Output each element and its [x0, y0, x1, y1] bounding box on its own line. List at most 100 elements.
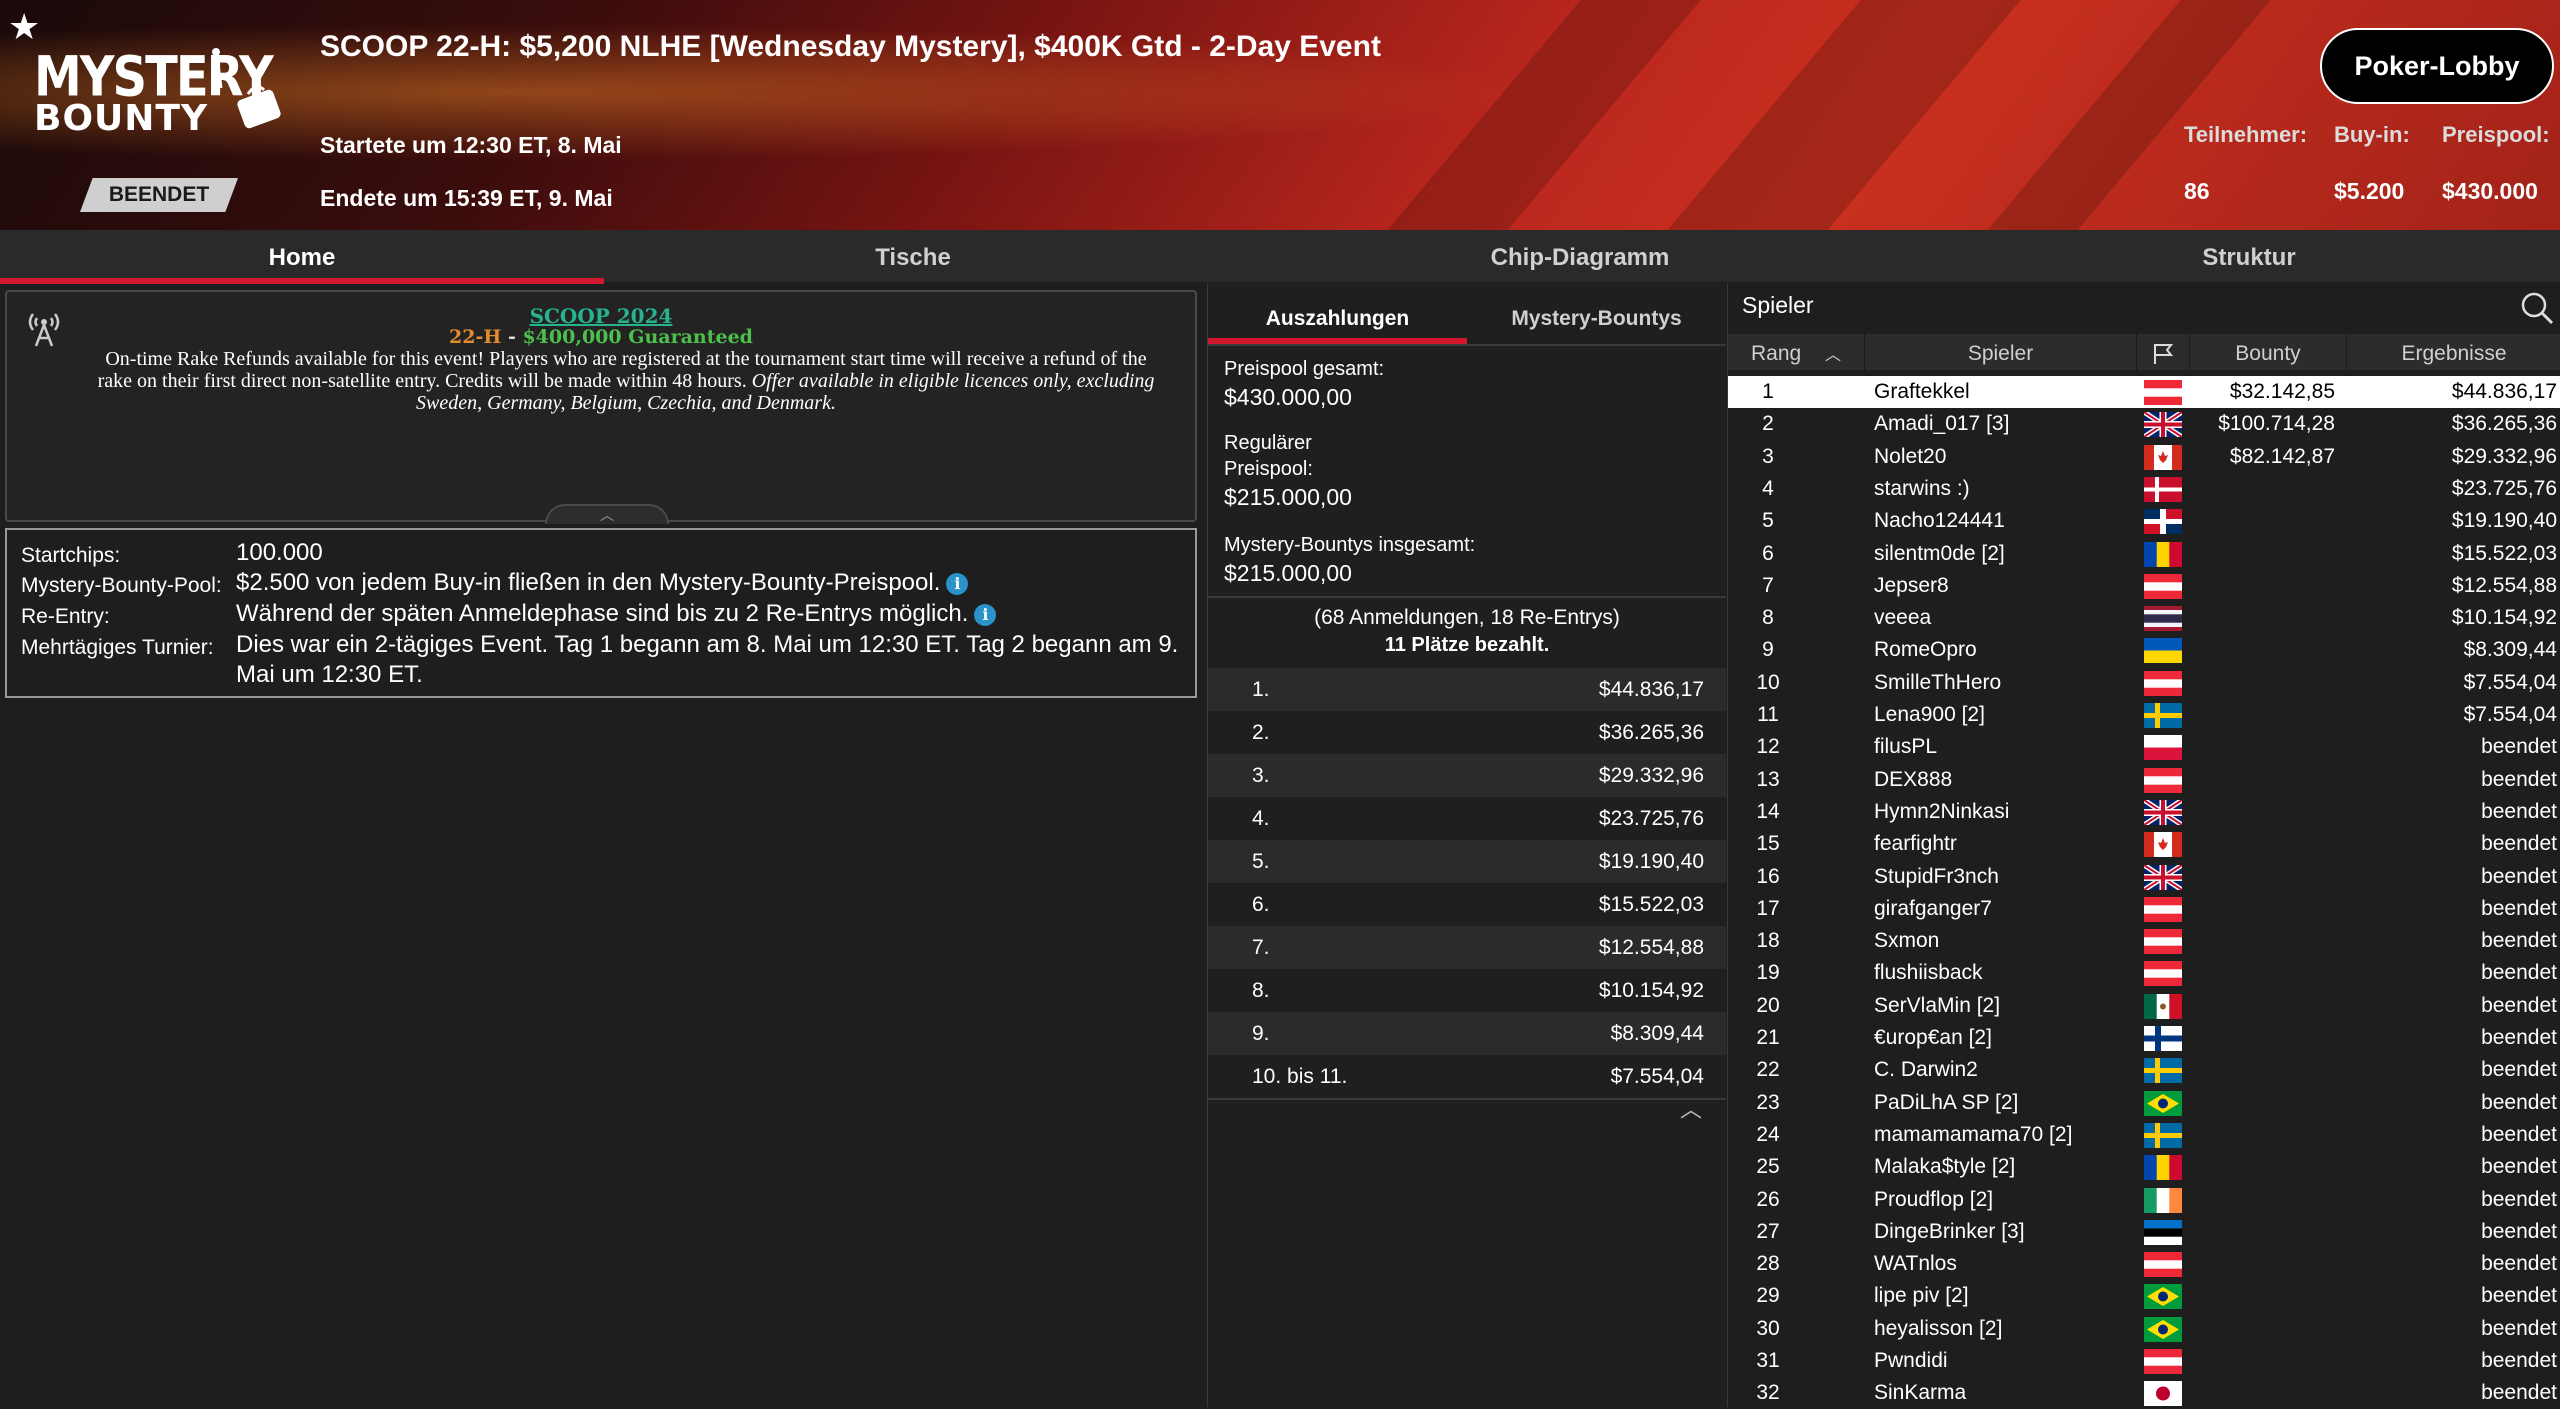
chevron-up-icon[interactable]: ︿: [1680, 1092, 1702, 1124]
player-row[interactable]: 14 Hymn2Ninkasi beendet: [1728, 796, 2560, 828]
payout-place: 4.: [1252, 807, 1270, 830]
player-row[interactable]: 4 starwins :) $23.725,76: [1728, 473, 2560, 505]
player-row[interactable]: 8 veeea $10.154,92: [1728, 602, 2560, 634]
bounty-total-value: $215.000,00: [1224, 560, 1352, 586]
player-rank: 9: [1762, 638, 1774, 662]
player-row[interactable]: 9 RomeOpro $8.309,44: [1728, 634, 2560, 666]
player-name: DEX888: [1874, 767, 1953, 791]
player-row[interactable]: 20 SerVlaMin [2] beendet: [1728, 990, 2560, 1022]
tournament-info-panel: Startchips: 100.000 Mystery-Bounty-Pool:…: [5, 528, 1197, 698]
collapse-promo-button[interactable]: ︿: [545, 504, 669, 524]
player-name: DingeBrinker [3]: [1874, 1219, 2025, 1243]
finland-flag-icon: [2144, 1026, 2182, 1051]
reentry-row: Während der späten Anmeldephase sind bis…: [236, 599, 1186, 629]
player-row[interactable]: 1 Graftekkel $32.142,85 $44.836,17: [1728, 376, 2560, 408]
status-badge: BEENDET: [80, 178, 238, 212]
player-rank: 4: [1762, 476, 1774, 500]
player-row[interactable]: 29 lipe piv [2] beendet: [1728, 1280, 2560, 1312]
austria-flag-icon: [2144, 767, 2182, 793]
player-row[interactable]: 27 DingeBrinker [3] beendet: [1728, 1216, 2560, 1248]
column-country[interactable]: [2137, 334, 2190, 370]
player-result: beendet: [2481, 961, 2557, 985]
player-name: Graftekkel: [1874, 380, 1970, 403]
player-row[interactable]: 28 WATnlos beendet: [1728, 1248, 2560, 1280]
header-decor: [1625, 0, 2055, 230]
column-bounty[interactable]: Bounty: [2190, 334, 2347, 370]
player-row[interactable]: 22 C. Darwin2 beendet: [1728, 1054, 2560, 1086]
player-result: beendet: [2481, 896, 2557, 920]
regular-pool-value: $215.000,00: [1224, 484, 1352, 510]
search-icon[interactable]: [2519, 290, 2555, 326]
player-result: $19.190,40: [2451, 509, 2557, 533]
player-rank: 26: [1756, 1187, 1780, 1211]
tab-home[interactable]: Home: [0, 230, 604, 284]
player-rank: 23: [1756, 1090, 1780, 1114]
tab-structure[interactable]: Struktur: [1938, 230, 2560, 282]
player-row[interactable]: 13 DEX888 beendet: [1728, 764, 2560, 796]
player-row[interactable]: 25 Malaka$tyle [2] beendet: [1728, 1151, 2560, 1183]
player-rank: 1: [1762, 380, 1774, 403]
tab-payouts[interactable]: Auszahlungen: [1208, 284, 1467, 344]
dominican-flag-icon: [2144, 509, 2182, 535]
tab-tables[interactable]: Tische: [604, 230, 1222, 282]
player-result: beendet: [2481, 1381, 2557, 1405]
player-row[interactable]: 18 Sxmon beendet: [1728, 925, 2560, 957]
poker-lobby-button[interactable]: Poker-Lobby: [2320, 28, 2554, 104]
austria-flag-icon: [2144, 929, 2182, 955]
player-row[interactable]: 24 mamamamama70 [2] beendet: [1728, 1119, 2560, 1151]
player-row[interactable]: 6 silentm0de [2] $15.522,03: [1728, 538, 2560, 570]
player-row[interactable]: 26 Proudflop [2] beendet: [1728, 1184, 2560, 1216]
moldova-flag-icon: [2144, 541, 2182, 567]
player-name: Proudflop [2]: [1874, 1187, 1994, 1211]
payout-amount: $36.265,36: [1598, 721, 1704, 744]
payout-row: 10. bis 11. $7.554,04: [1208, 1055, 1726, 1098]
total-pool-value: $430.000,00: [1224, 384, 1352, 410]
promo-title-link[interactable]: SCOOP 2024: [7, 304, 1195, 328]
favorite-star-icon[interactable]: ★: [8, 6, 40, 48]
tab-chip-chart[interactable]: Chip-Diagramm: [1222, 230, 1938, 282]
player-row[interactable]: 16 StupidFr3nch beendet: [1728, 861, 2560, 893]
column-player[interactable]: Spieler: [1865, 334, 2137, 370]
moldova-flag-icon: [2144, 1155, 2182, 1181]
player-row[interactable]: 21 €urop€an [2] beendet: [1728, 1022, 2560, 1054]
multiday-label: Mehrtägiges Turnier:: [21, 636, 214, 659]
players-table-header: Rang ︿ Spieler Bounty Ergebnisse: [1728, 334, 2560, 370]
tab-mystery-bounties[interactable]: Mystery-Bountys: [1467, 284, 1726, 342]
player-row[interactable]: 10 SmilleThHero $7.554,04: [1728, 667, 2560, 699]
payout-amount: $15.522,03: [1598, 893, 1704, 916]
player-rank: 17: [1756, 896, 1780, 920]
player-name: fearfightr: [1874, 832, 1957, 856]
player-name: SerVlaMin [2]: [1874, 993, 2001, 1017]
player-row[interactable]: 12 filusPL beendet: [1728, 731, 2560, 763]
player-row[interactable]: 3 Nolet20 $82.142,87 $29.332,96: [1728, 441, 2560, 473]
prizepool-value: $430.000: [2442, 178, 2538, 204]
info-icon[interactable]: i: [974, 603, 997, 626]
player-result: beendet: [2481, 864, 2557, 888]
player-rank: 21: [1756, 1026, 1780, 1049]
info-icon[interactable]: i: [946, 572, 969, 595]
player-result: beendet: [2481, 1058, 2557, 1082]
player-row[interactable]: 15 fearfightr beendet: [1728, 828, 2560, 860]
player-name: Lena900 [2]: [1874, 703, 1985, 726]
payout-row: 6. $15.522,03: [1208, 883, 1726, 926]
austria-flag-icon: [2144, 1349, 2182, 1374]
prizepool-label: Preispool:: [2442, 122, 2550, 147]
player-row[interactable]: 17 girafganger7 beendet: [1728, 893, 2560, 925]
player-row[interactable]: 23 PaDiLhA SP [2] beendet: [1728, 1087, 2560, 1119]
column-results[interactable]: Ergebnisse: [2347, 334, 2560, 370]
player-row[interactable]: 11 Lena900 [2] $7.554,04: [1728, 699, 2560, 731]
thailand-flag-icon: [2144, 606, 2182, 632]
player-row[interactable]: 30 heyalisson [2] beendet: [1728, 1313, 2560, 1345]
payout-amount: $8.309,44: [1610, 1022, 1704, 1045]
player-row[interactable]: 7 Jepser8 $12.554,88: [1728, 570, 2560, 602]
promo-text: On-time Rake Refunds available for this …: [87, 348, 1165, 414]
player-row[interactable]: 31 Pwndidi beendet: [1728, 1345, 2560, 1377]
column-rank[interactable]: Rang ︿: [1728, 334, 1865, 370]
player-name: Malaka$tyle [2]: [1874, 1155, 2016, 1179]
payout-row: 8. $10.154,92: [1208, 969, 1726, 1012]
player-row[interactable]: 32 SinKarma beendet: [1728, 1377, 2560, 1409]
player-row[interactable]: 19 flushiisback beendet: [1728, 957, 2560, 989]
player-row[interactable]: 2 Amadi_017 [3] $100.714,28 $36.265,36: [1728, 408, 2560, 440]
player-row[interactable]: 5 Nacho124441 $19.190,40: [1728, 505, 2560, 537]
promo-separator: -: [501, 326, 523, 348]
